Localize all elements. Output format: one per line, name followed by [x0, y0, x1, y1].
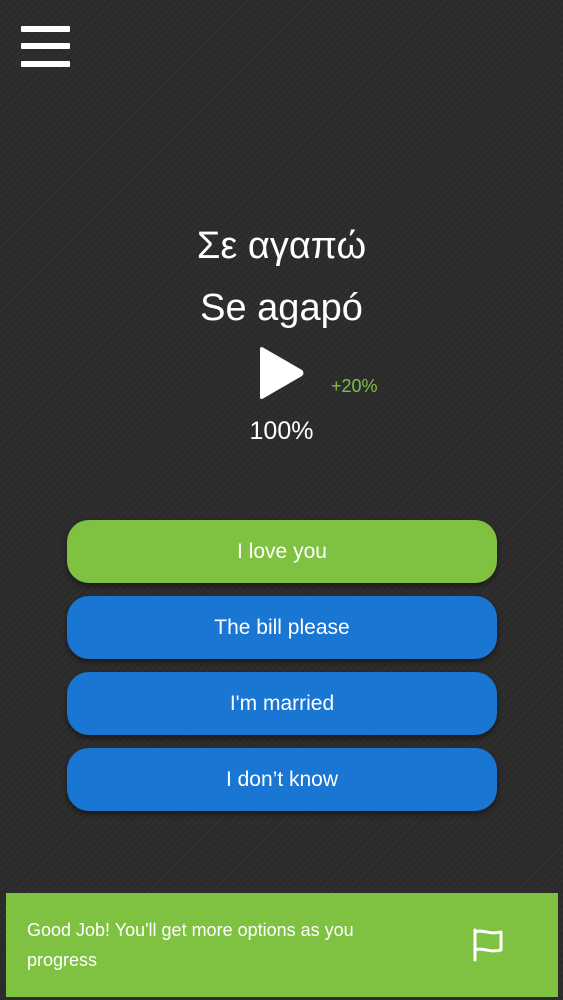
hamburger-menu-icon[interactable] [21, 26, 70, 68]
answer-option-3[interactable]: I'm married [67, 672, 497, 735]
answer-option-2[interactable]: The bill please [67, 596, 497, 659]
feedback-message: Good Job! You'll get more options as you… [27, 920, 354, 970]
xp-gain-label: +20% [331, 376, 378, 396]
answer-option-4[interactable]: I don’t know [67, 748, 497, 811]
phrase-native: Σε αγαπώ [196, 225, 367, 267]
flag-icon[interactable] [469, 926, 507, 964]
answer-option-1[interactable]: I love you [67, 520, 497, 583]
phrase-transliteration: Se agapó [200, 287, 363, 329]
progress-percent: 100% [249, 417, 314, 445]
play-icon[interactable] [256, 346, 306, 400]
